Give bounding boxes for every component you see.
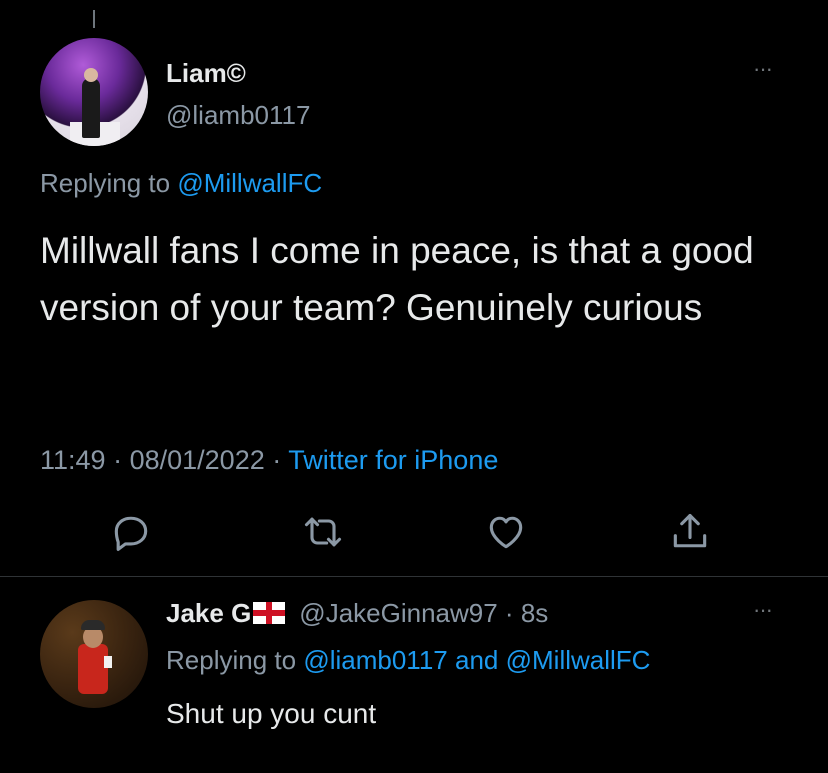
- reply-separator: ·: [504, 598, 514, 628]
- meta-separator: ·: [113, 445, 123, 475]
- replying-to-prefix: Replying to: [40, 168, 171, 198]
- share-icon[interactable]: [668, 510, 712, 554]
- reply-display-name[interactable]: Jake G: [166, 598, 251, 628]
- reply-user-handle[interactable]: @JakeGinnaw97: [299, 598, 497, 628]
- replying-to-prefix: Replying to: [166, 645, 297, 675]
- england-flag-icon: [253, 602, 286, 624]
- avatar-cap: [81, 620, 105, 630]
- tweet-source-link[interactable]: Twitter for iPhone: [288, 445, 498, 475]
- replying-to-link-1[interactable]: @liamb0117: [303, 645, 447, 675]
- action-bar: [0, 510, 828, 560]
- avatar-figure: [78, 644, 108, 694]
- thread-connector-line: [93, 10, 95, 28]
- replying-to-line: Replying to @MillwallFC: [40, 168, 322, 199]
- tweet-meta: 11:49 · 08/01/2022 · Twitter for iPhone: [40, 445, 498, 476]
- more-options-icon[interactable]: ···: [753, 56, 773, 82]
- avatar-head: [84, 68, 98, 82]
- avatar-figure: [82, 78, 100, 138]
- tweet-date[interactable]: 08/01/2022: [130, 445, 265, 475]
- reply-replying-to-line: Replying to @liamb0117 and @MillwallFC: [166, 645, 650, 676]
- reply-text: Shut up you cunt: [166, 698, 377, 729]
- reply-header: Jake G @JakeGinnaw97 · 8s: [166, 598, 548, 629]
- like-icon[interactable]: [484, 510, 528, 554]
- reply-more-options-icon[interactable]: ···: [753, 597, 773, 623]
- tweet-text: Millwall fans I come in peace, is that a…: [40, 230, 754, 328]
- retweet-icon[interactable]: [301, 510, 345, 554]
- avatar[interactable]: [40, 38, 148, 146]
- display-name[interactable]: Liam©: [166, 58, 246, 89]
- divider: [0, 576, 828, 577]
- replying-to-and: and: [454, 645, 499, 675]
- replying-to-link[interactable]: @MillwallFC: [177, 168, 322, 198]
- replying-to-link-2[interactable]: @MillwallFC: [506, 645, 651, 675]
- reply-age[interactable]: 8s: [521, 598, 548, 628]
- meta-separator: ·: [272, 445, 282, 475]
- avatar-cup: [104, 656, 112, 668]
- reply-avatar[interactable]: [40, 600, 148, 708]
- tweet-time[interactable]: 11:49: [40, 445, 106, 475]
- user-handle[interactable]: @liamb0117: [166, 100, 310, 131]
- reply-icon[interactable]: [109, 510, 153, 554]
